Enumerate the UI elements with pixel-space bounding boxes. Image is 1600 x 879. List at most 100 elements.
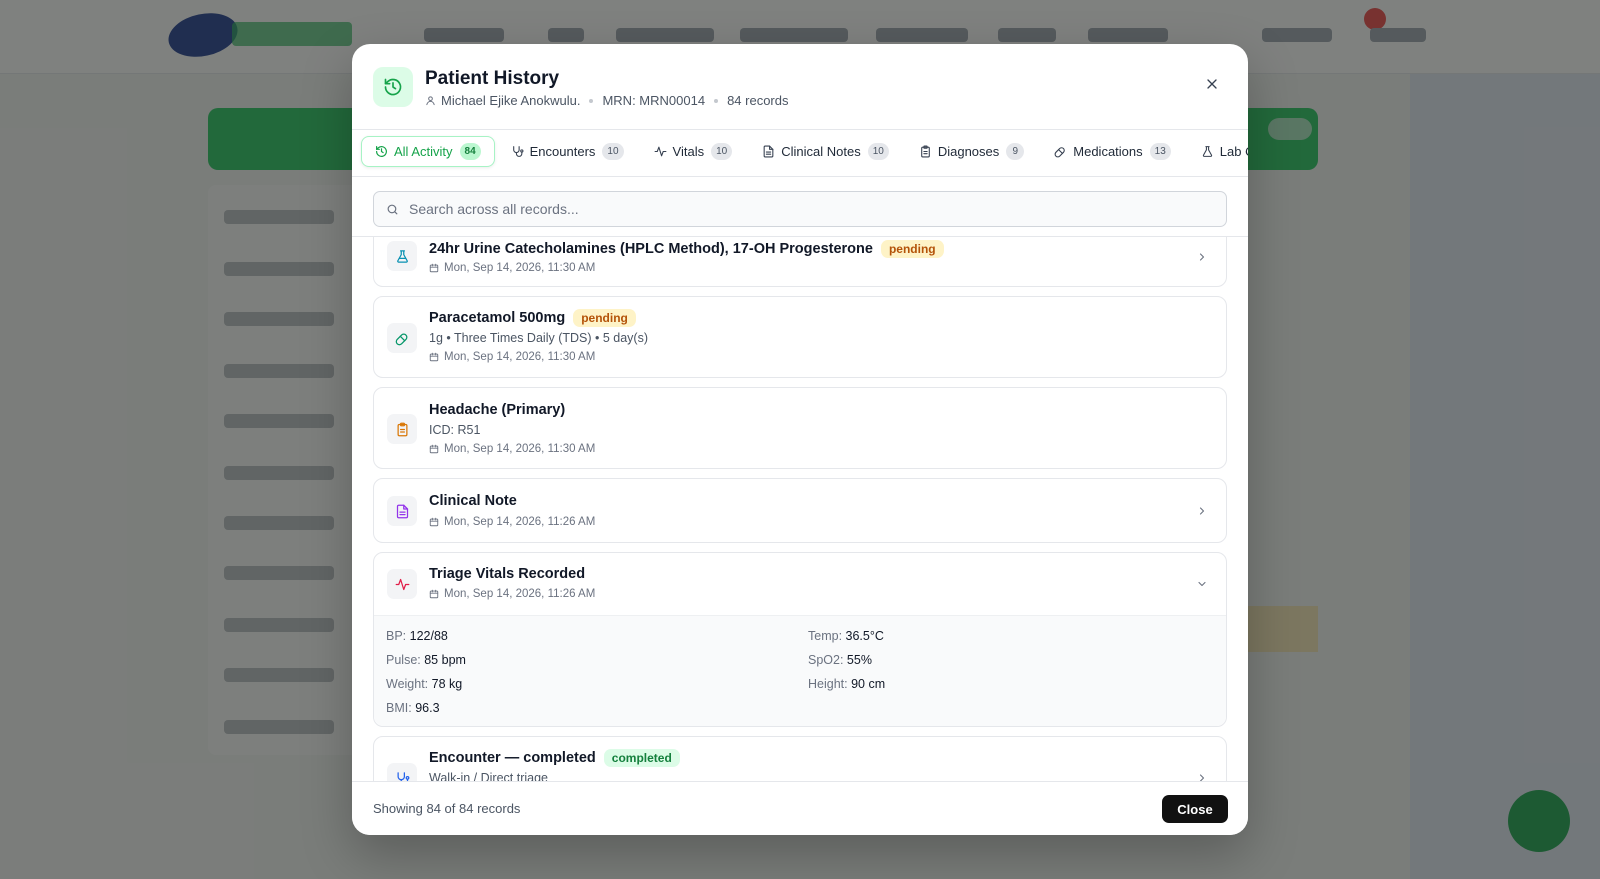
- tab-label: All Activity: [394, 144, 453, 159]
- tab-encounters[interactable]: Encounters 10: [497, 136, 638, 167]
- record-card-encounter[interactable]: Encounter — completed completed Walk-in …: [373, 736, 1227, 782]
- record-date-text: Mon, Sep 14, 2026, 11:26 AM: [444, 516, 596, 528]
- record-date-text: Mon, Sep 14, 2026, 11:30 AM: [444, 443, 596, 455]
- vitals-details: BP: 122/88 Temp: 36.5°C Pulse: 85 bpm Sp…: [374, 615, 1226, 726]
- vital-label: BMI:: [386, 701, 412, 715]
- search-icon: [387, 204, 398, 214]
- record-title-text: 24hr Urine Catecholamines (HPLC Method),…: [429, 241, 873, 257]
- status-badge: pending: [880, 240, 944, 258]
- search-box: [373, 191, 1227, 227]
- vital-spo2: SpO2: 55%: [808, 653, 872, 667]
- record-card-vitals[interactable]: Triage Vitals Recorded Mon, Sep 14, 2026…: [373, 552, 1227, 727]
- tab-count: 10: [867, 143, 889, 160]
- vital-value: 36.5°C: [845, 629, 884, 643]
- tab-label: Medications: [1073, 144, 1143, 159]
- vital-value: 78 kg: [431, 677, 463, 691]
- tab-count: 10: [602, 143, 624, 160]
- history-icon: [376, 146, 387, 157]
- record-date: Mon, Sep 14, 2026, 11:26 AM: [429, 516, 595, 528]
- vital-value: 122/88: [409, 629, 448, 643]
- activity-icon: [654, 146, 666, 157]
- chevron-down-icon[interactable]: [1195, 577, 1209, 591]
- record-title-text: Encounter — completed: [429, 750, 596, 766]
- record-date-text: Mon, Sep 14, 2026, 11:26 AM: [444, 588, 596, 600]
- record-title-text: Headache (Primary): [429, 402, 566, 418]
- flask-icon: [387, 241, 417, 271]
- tab-label: Clinical Notes: [781, 144, 861, 159]
- pill-icon: [387, 323, 417, 353]
- tab-count: 10: [711, 143, 733, 160]
- tab-label: Encounters: [529, 144, 596, 159]
- record-title-text: Clinical Note: [429, 493, 517, 509]
- record-title-text: Triage Vitals Recorded: [429, 566, 586, 582]
- separator-dot: [589, 98, 594, 103]
- search-input[interactable]: [409, 201, 1209, 217]
- tab-vitals[interactable]: Vitals 10: [640, 136, 747, 167]
- record-date-text: Mon, Sep 14, 2026, 11:30 AM: [444, 262, 596, 274]
- close-button[interactable]: Close: [1162, 795, 1228, 823]
- record-card-diagnosis[interactable]: Headache (Primary) ICD: R51 Mon, Sep 14,…: [373, 387, 1227, 469]
- calendar-icon: [429, 352, 439, 362]
- vital-value: 96.3: [415, 701, 440, 715]
- vital-value: 55%: [846, 653, 872, 667]
- vital-label: Pulse:: [386, 653, 421, 667]
- tab-label: Diagnoses: [937, 144, 1000, 159]
- vital-value: 85 bpm: [424, 653, 466, 667]
- tab-count: 9: [1006, 143, 1025, 160]
- file-text-icon: [763, 145, 774, 158]
- vital-height: Height: 90 cm: [808, 677, 885, 691]
- record-date-text: Mon, Sep 14, 2026, 11:30 AM: [444, 351, 596, 363]
- record-title: 24hr Urine Catecholamines (HPLC Method),…: [429, 240, 944, 258]
- chevron-right-icon[interactable]: [1195, 504, 1209, 518]
- record-title: Clinical Note: [429, 493, 517, 509]
- record-title: Paracetamol 500mg pending: [429, 309, 636, 327]
- tab-count: 13: [1149, 143, 1171, 160]
- tab-divider: [352, 176, 1248, 177]
- status-badge: pending: [573, 309, 636, 327]
- record-detail: 1g • Three Times Daily (TDS) • 5 day(s): [429, 331, 648, 345]
- tab-medications[interactable]: Medications 13: [1040, 136, 1185, 167]
- record-title-text: Paracetamol 500mg: [429, 310, 566, 326]
- modal-footer: Showing 84 of 84 records Close: [352, 781, 1248, 835]
- vital-bp: BP: 122/88: [386, 629, 448, 643]
- vital-bmi: BMI: 96.3: [386, 701, 440, 715]
- modal-title: Patient History: [425, 68, 560, 89]
- calendar-icon: [429, 263, 439, 273]
- calendar-icon: [429, 517, 439, 527]
- record-card-lab[interactable]: 24hr Urine Catecholamines (HPLC Method),…: [373, 237, 1227, 287]
- patient-history-modal: Patient History Michael Ejike Anokwulu. …: [352, 44, 1248, 835]
- stethoscope-icon: [512, 146, 524, 157]
- record-date: Mon, Sep 14, 2026, 11:30 AM: [429, 351, 595, 363]
- separator-dot: [714, 98, 719, 103]
- record-card-note[interactable]: Clinical Note Mon, Sep 14, 2026, 11:26 A…: [373, 478, 1227, 543]
- tab-diagnoses[interactable]: Diagnoses 9: [905, 136, 1038, 167]
- vital-value: 90 cm: [851, 677, 886, 691]
- record-count: 84 records: [727, 93, 789, 108]
- calendar-icon: [429, 589, 439, 599]
- record-card-medication[interactable]: Paracetamol 500mg pending 1g • Three Tim…: [373, 296, 1227, 378]
- vital-temp: Temp: 36.5°C: [808, 629, 884, 643]
- record-list[interactable]: 24hr Urine Catecholamines (HPLC Method),…: [352, 237, 1248, 782]
- patient-mrn: MRN: MRN00014: [602, 93, 706, 108]
- history-icon: [373, 67, 413, 107]
- modal-header: Patient History Michael Ejike Anokwulu. …: [352, 44, 1248, 130]
- clipboard-icon: [387, 414, 417, 444]
- vital-label: BP:: [386, 629, 407, 643]
- tab-all-activity[interactable]: All Activity 84: [361, 136, 495, 167]
- record-date: Mon, Sep 14, 2026, 11:30 AM: [429, 443, 595, 455]
- stethoscope-icon: [387, 763, 417, 782]
- tab-label: Lab Orders: [1219, 144, 1248, 159]
- chevron-right-icon[interactable]: [1195, 250, 1209, 264]
- record-title: Headache (Primary): [429, 402, 565, 418]
- tab-lab-orders[interactable]: Lab Orders: [1187, 136, 1248, 167]
- tab-clinical-notes[interactable]: Clinical Notes 10: [748, 136, 903, 167]
- tab-list: All Activity 84 Encounters 10 Vitals 10 …: [361, 135, 1248, 168]
- record-date: Mon, Sep 14, 2026, 11:30 AM: [429, 262, 595, 274]
- calendar-icon: [429, 444, 439, 454]
- tab-count: 84: [459, 143, 481, 160]
- vital-weight: Weight: 78 kg: [386, 677, 462, 691]
- user-icon: [426, 96, 435, 106]
- close-icon[interactable]: [1200, 72, 1224, 96]
- status-badge: completed: [603, 749, 680, 767]
- tab-label: Vitals: [672, 144, 705, 159]
